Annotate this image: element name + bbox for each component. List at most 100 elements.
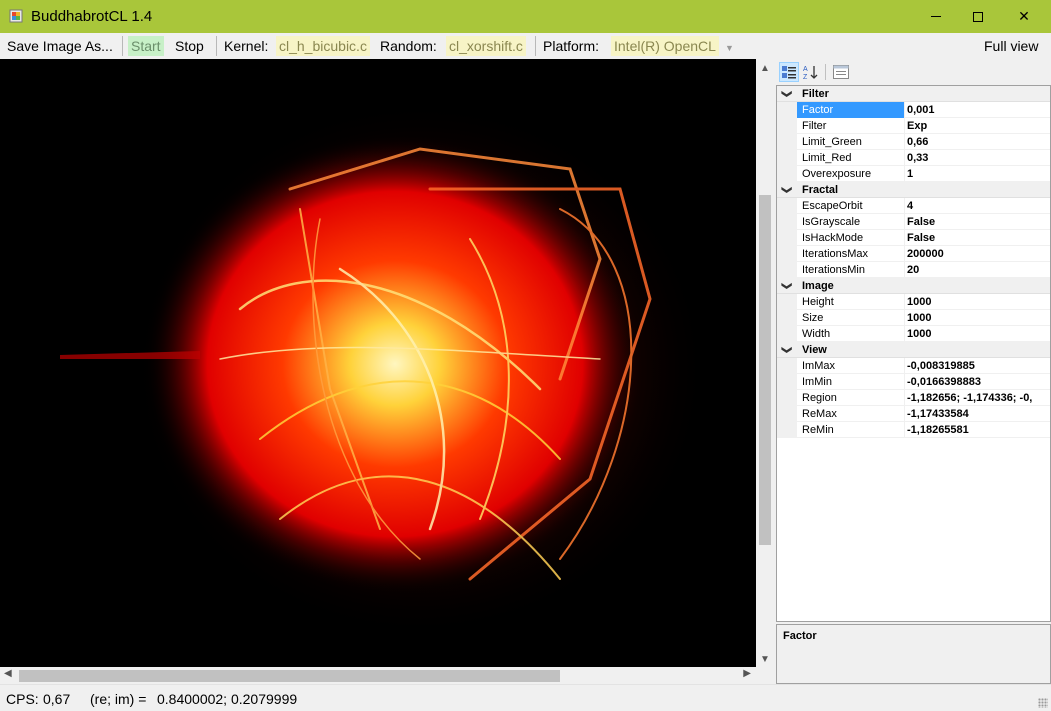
property-row-remin[interactable]: ReMin -1,18265581: [777, 422, 1050, 438]
property-value[interactable]: -1,18265581: [906, 422, 1050, 438]
chevron-down-icon[interactable]: ▼: [721, 36, 734, 56]
collapse-chevron-icon[interactable]: ❯: [778, 282, 794, 290]
alphabetical-button[interactable]: A Z: [801, 62, 821, 82]
property-grid[interactable]: ❯ Filter Factor 0,001 Filter Exp Limit_Green 0,…: [776, 85, 1051, 622]
property-row-limit-red[interactable]: Limit_Red 0,33: [777, 150, 1050, 166]
property-name[interactable]: ReMin: [797, 422, 905, 438]
property-row-height[interactable]: Height 1000: [777, 294, 1050, 310]
property-name[interactable]: IsHackMode: [797, 230, 905, 246]
property-name[interactable]: IsGrayscale: [797, 214, 905, 230]
property-name[interactable]: Region: [797, 390, 905, 406]
property-value[interactable]: False: [906, 214, 1050, 230]
property-name[interactable]: Overexposure: [797, 166, 905, 182]
category-filter[interactable]: ❯ Filter: [777, 86, 1050, 102]
property-row-iterationsmin[interactable]: IterationsMin 20: [777, 262, 1050, 278]
row-margin: [777, 102, 797, 118]
row-margin: [777, 422, 797, 438]
property-value[interactable]: 200000: [906, 246, 1050, 262]
categorized-icon: [782, 66, 796, 79]
category-view[interactable]: ❯ View: [777, 342, 1050, 358]
property-name[interactable]: Height: [797, 294, 905, 310]
property-row-iterationsmax[interactable]: IterationsMax 200000: [777, 246, 1050, 262]
cps-value: 0,67: [43, 691, 71, 707]
property-row-factor[interactable]: Factor 0,001: [777, 102, 1050, 118]
row-margin: [777, 134, 797, 150]
property-name[interactable]: IterationsMin: [797, 262, 905, 278]
property-row-limit-green[interactable]: Limit_Green 0,66: [777, 134, 1050, 150]
platform-dropdown[interactable]: Intel(R) OpenCL: [611, 36, 719, 56]
property-row-escapeorbit[interactable]: EscapeOrbit 4: [777, 198, 1050, 214]
category-fractal[interactable]: ❯ Fractal: [777, 182, 1050, 198]
stop-button[interactable]: Stop: [172, 36, 207, 56]
start-button[interactable]: Start: [128, 36, 164, 56]
property-value[interactable]: 0,66: [906, 134, 1050, 150]
property-row-region[interactable]: Region -1,182656; -1,174336; -0,: [777, 390, 1050, 406]
property-pages-button[interactable]: [831, 62, 851, 82]
status-bar: CPS: 0,67 (re; im) = 0.8400002; 0.207999…: [0, 684, 1051, 711]
kernel-dropdown[interactable]: cl_h_bicubic.c: [276, 36, 370, 56]
property-name[interactable]: Size: [797, 310, 905, 326]
property-row-width[interactable]: Width 1000: [777, 326, 1050, 342]
scroll-right-icon[interactable]: ▶: [743, 668, 751, 679]
property-value[interactable]: -0,0166398883: [906, 374, 1050, 390]
full-view-button[interactable]: Full view: [981, 36, 1041, 56]
property-name[interactable]: Limit_Red: [797, 150, 905, 166]
property-value[interactable]: 0,001: [906, 102, 1050, 118]
collapse-chevron-icon[interactable]: ❯: [778, 90, 794, 98]
property-value[interactable]: -1,182656; -1,174336; -0,: [906, 390, 1050, 406]
category-image[interactable]: ❯ Image: [777, 278, 1050, 294]
property-name[interactable]: IterationsMax: [797, 246, 905, 262]
property-row-immin[interactable]: ImMin -0,0166398883: [777, 374, 1050, 390]
scroll-left-icon[interactable]: ◀: [4, 668, 12, 679]
property-name[interactable]: Width: [797, 326, 905, 342]
property-value[interactable]: False: [906, 230, 1050, 246]
property-row-ishackmode[interactable]: IsHackMode False: [777, 230, 1050, 246]
row-margin: [777, 118, 797, 134]
categorized-button[interactable]: [779, 62, 799, 82]
category-label: Filter: [802, 88, 829, 100]
property-row-isgrayscale[interactable]: IsGrayscale False: [777, 214, 1050, 230]
scroll-up-icon[interactable]: ▲: [760, 63, 770, 74]
close-button[interactable]: ✕: [1001, 0, 1047, 33]
property-name[interactable]: ImMax: [797, 358, 905, 374]
minimize-button[interactable]: [913, 0, 959, 33]
scroll-down-icon[interactable]: ▼: [760, 654, 770, 665]
svg-text:A: A: [803, 66, 808, 73]
property-value[interactable]: Exp: [906, 118, 1050, 134]
collapse-chevron-icon[interactable]: ❯: [778, 346, 794, 354]
collapse-chevron-icon[interactable]: ❯: [778, 186, 794, 194]
property-name[interactable]: ImMin: [797, 374, 905, 390]
property-name[interactable]: EscapeOrbit: [797, 198, 905, 214]
property-value[interactable]: -0,008319885: [906, 358, 1050, 374]
scroll-thumb[interactable]: [759, 195, 771, 545]
property-name[interactable]: Filter: [797, 118, 905, 134]
property-value[interactable]: 4: [906, 198, 1050, 214]
random-label: Random:: [380, 38, 437, 54]
save-image-button[interactable]: Save Image As...: [4, 36, 116, 56]
property-row-size[interactable]: Size 1000: [777, 310, 1050, 326]
property-row-filter[interactable]: Filter Exp: [777, 118, 1050, 134]
property-help-panel: Factor: [776, 624, 1051, 684]
maximize-button[interactable]: [955, 0, 1001, 33]
property-row-remax[interactable]: ReMax -1,17433584: [777, 406, 1050, 422]
property-name[interactable]: ReMax: [797, 406, 905, 422]
property-value[interactable]: 1000: [906, 310, 1050, 326]
scroll-thumb[interactable]: [19, 670, 560, 682]
random-dropdown[interactable]: cl_xorshift.c: [446, 36, 526, 56]
property-row-overexposure[interactable]: Overexposure 1: [777, 166, 1050, 182]
category-label: Fractal: [802, 184, 839, 196]
canvas-horizontal-scrollbar[interactable]: ◀ ▶: [0, 667, 756, 684]
fractal-canvas[interactable]: [0, 59, 756, 667]
property-value[interactable]: 1000: [906, 294, 1050, 310]
canvas-vertical-scrollbar[interactable]: ▲ ▼: [756, 59, 773, 667]
resize-grip-icon[interactable]: [1038, 698, 1048, 708]
property-row-immax[interactable]: ImMax -0,008319885: [777, 358, 1050, 374]
property-value[interactable]: 20: [906, 262, 1050, 278]
property-name[interactable]: Limit_Green: [797, 134, 905, 150]
property-value[interactable]: -1,17433584: [906, 406, 1050, 422]
property-value[interactable]: 1: [906, 166, 1050, 182]
property-name[interactable]: Factor: [797, 102, 905, 118]
property-grid-toolbar: A Z: [776, 59, 1051, 85]
property-value[interactable]: 0,33: [906, 150, 1050, 166]
property-value[interactable]: 1000: [906, 326, 1050, 342]
